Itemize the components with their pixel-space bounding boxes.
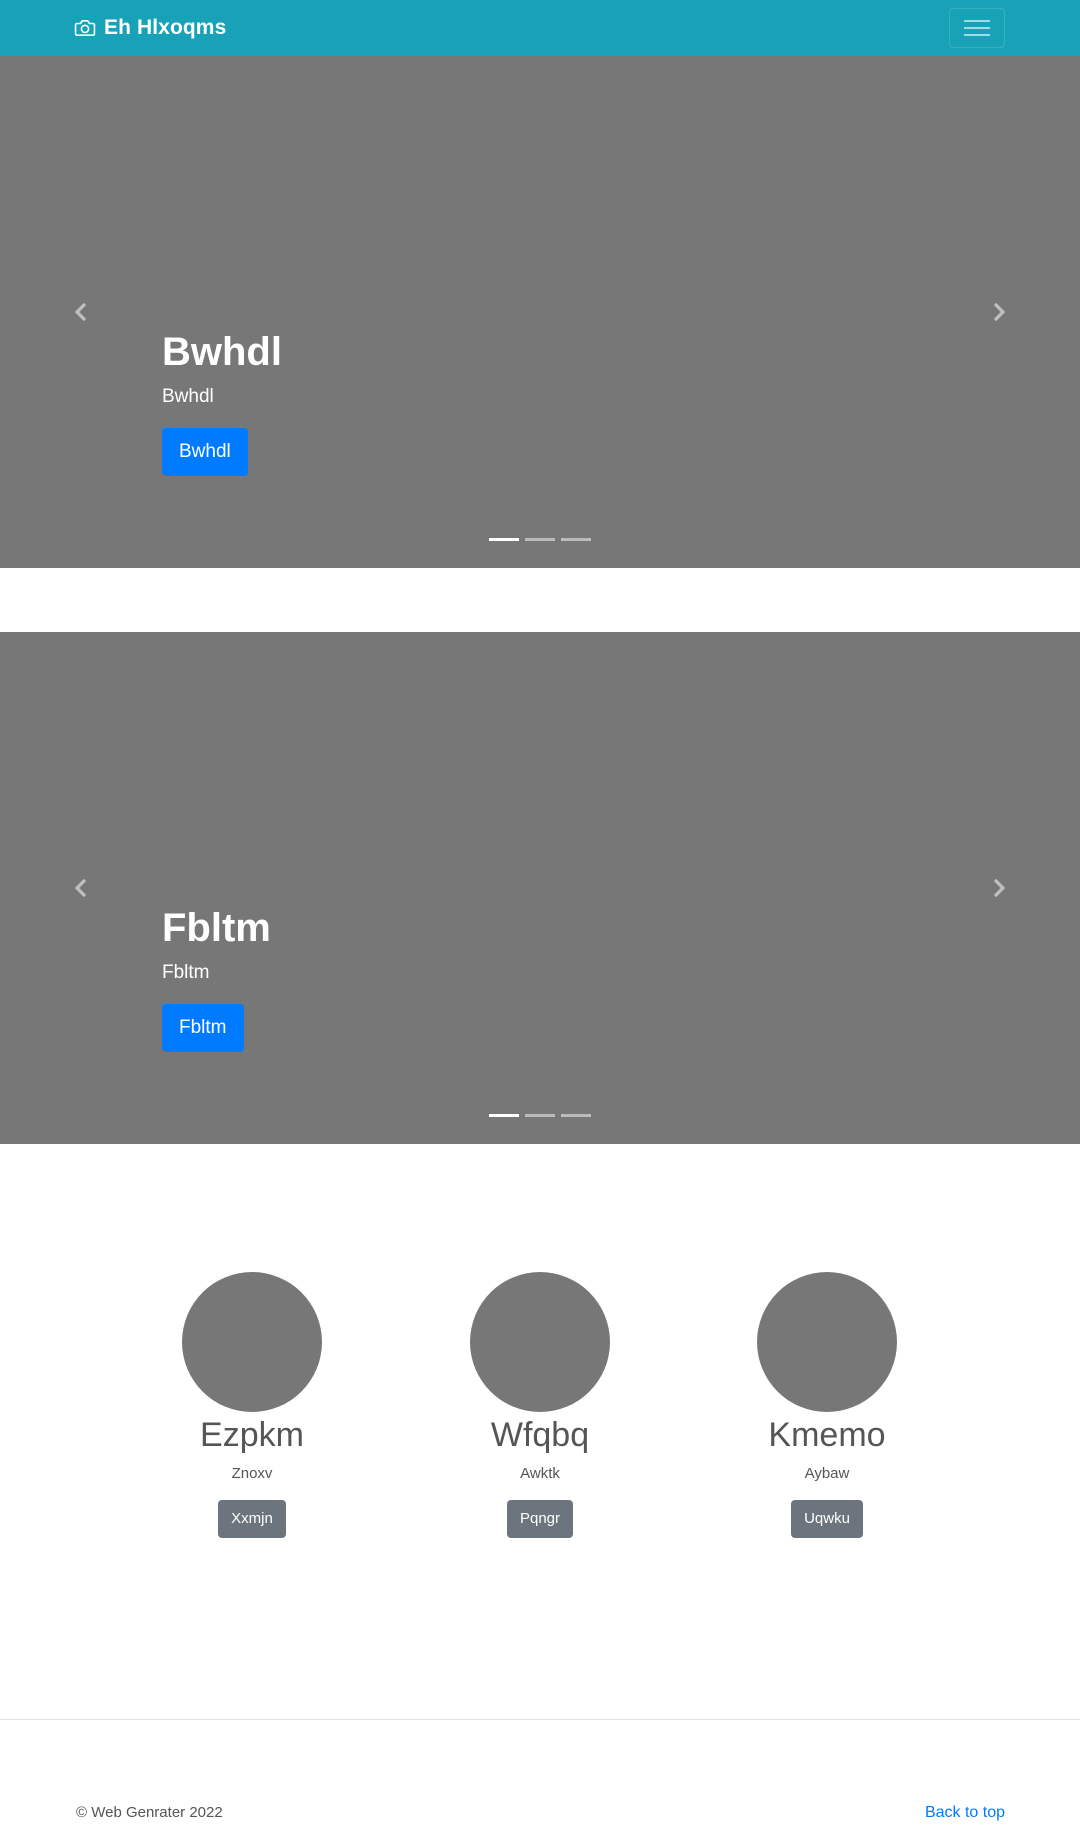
- carousel-text: Bwhdl: [162, 386, 214, 407]
- member-button[interactable]: Xxmjn: [218, 1500, 286, 1538]
- carousel-indicator[interactable]: [489, 1114, 519, 1117]
- footer-copyright: © Web Genrater 2022: [76, 1804, 223, 1821]
- carousel-cta-button[interactable]: Fbltm: [162, 1004, 244, 1052]
- carousel-prev-button[interactable]: [0, 632, 162, 1144]
- carousel-caption: Fbltm Fbltm Fbltm: [162, 904, 271, 1052]
- carousel-1: Bwhdl Bwhdl Bwhdl: [0, 56, 1080, 568]
- member-name: Kmemo: [768, 1416, 886, 1454]
- member-subtitle: Awktk: [520, 1465, 560, 1482]
- hamburger-menu-icon: [964, 20, 990, 36]
- carousel-indicator[interactable]: [525, 1114, 555, 1117]
- navbar-toggler-button[interactable]: [949, 8, 1005, 48]
- chevron-left-icon: [74, 878, 87, 898]
- team-member-card: Kmemo Aybaw Uqwku: [707, 1272, 947, 1538]
- carousel-cta-button[interactable]: Bwhdl: [162, 428, 248, 476]
- avatar: [757, 1272, 897, 1412]
- team-member-card: Ezpkm Znoxv Xxmjn: [132, 1272, 372, 1538]
- member-button[interactable]: Pqngr: [506, 1500, 574, 1538]
- carousel-indicator[interactable]: [561, 1114, 591, 1117]
- chevron-right-icon: [993, 878, 1006, 898]
- member-subtitle: Znoxv: [231, 1465, 273, 1482]
- team-member-card: Wfqbq Awktk Pqngr: [420, 1272, 660, 1538]
- carousel-indicators: [0, 1114, 1080, 1117]
- brand-name: Eh Hlxoqms: [104, 16, 227, 39]
- carousel-indicator[interactable]: [525, 538, 555, 541]
- carousel-next-button[interactable]: [918, 56, 1080, 568]
- chevron-right-icon: [993, 302, 1006, 322]
- footer-divider: [0, 1719, 1080, 1720]
- carousel-2: Fbltm Fbltm Fbltm: [0, 632, 1080, 1144]
- member-name: Wfqbq: [490, 1416, 590, 1454]
- chevron-left-icon: [74, 302, 87, 322]
- member-name: Ezpkm: [200, 1416, 304, 1454]
- member-button[interactable]: Uqwku: [791, 1500, 863, 1538]
- carousel-heading: Fbltm: [162, 906, 271, 950]
- carousel-text: Fbltm: [162, 962, 210, 983]
- avatar: [182, 1272, 322, 1412]
- camera-icon: [74, 19, 96, 37]
- brand-link[interactable]: Eh Hlxoqms: [74, 15, 226, 41]
- carousel-indicator[interactable]: [561, 538, 591, 541]
- navbar: Eh Hlxoqms: [0, 0, 1080, 56]
- carousel-caption: Bwhdl Bwhdl Bwhdl: [162, 328, 282, 476]
- back-to-top-link[interactable]: Back to top: [925, 1803, 1005, 1823]
- carousel-indicator[interactable]: [489, 538, 519, 541]
- carousel-prev-button[interactable]: [0, 56, 162, 568]
- carousel-heading: Bwhdl: [162, 330, 282, 374]
- carousel-next-button[interactable]: [918, 632, 1080, 1144]
- avatar: [470, 1272, 610, 1412]
- carousel-indicators: [0, 538, 1080, 541]
- member-subtitle: Aybaw: [804, 1465, 850, 1482]
